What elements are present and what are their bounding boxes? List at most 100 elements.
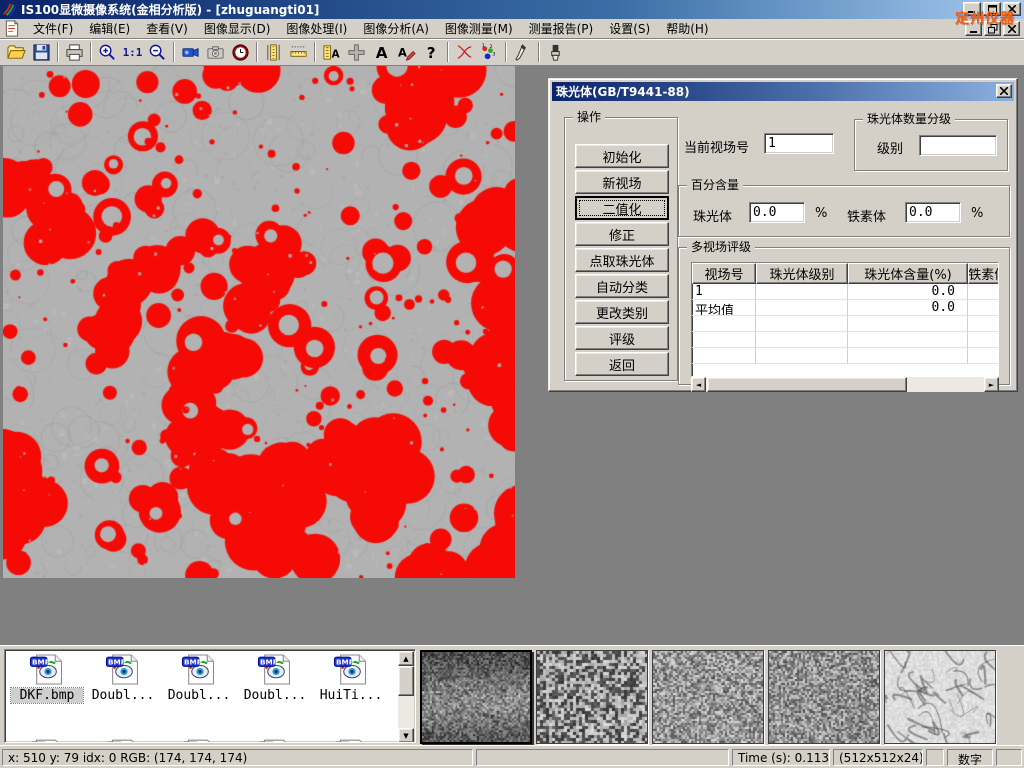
menu-item-file[interactable]: 文件(F) xyxy=(25,18,81,39)
file-list-scrollbar[interactable]: ▲ ▼ xyxy=(398,651,414,743)
scroll-up-icon[interactable]: ▲ xyxy=(398,651,414,666)
scrollbar-thumb[interactable] xyxy=(398,666,414,696)
scrollbar-thumb[interactable] xyxy=(707,377,907,392)
file-item-partial[interactable]: BMP xyxy=(163,730,235,743)
file-item[interactable]: BMP DKF.bmp xyxy=(11,654,83,703)
save-button[interactable] xyxy=(29,41,54,64)
vendor-watermark: 定州仪器 xyxy=(955,8,1015,28)
dialog-button-new-field[interactable]: 新视场 xyxy=(575,170,669,194)
cell xyxy=(692,348,756,364)
svg-text:A: A xyxy=(332,48,341,60)
menu-item-view[interactable]: 查看(V) xyxy=(138,18,196,39)
dialog-button-change-class[interactable]: 更改类别 xyxy=(575,300,669,324)
menu-item-image-processing[interactable]: 图像处理(I) xyxy=(278,18,355,39)
dialog-button-initialize[interactable]: 初始化 xyxy=(575,144,669,168)
file-item[interactable]: BMP HuiTi... xyxy=(315,654,387,703)
help-button[interactable]: ? xyxy=(419,41,444,64)
file-item[interactable]: BMP Doubl... xyxy=(163,654,235,703)
table-horizontal-scrollbar[interactable]: ◄ ► xyxy=(691,377,999,392)
ruler-button[interactable] xyxy=(286,41,311,64)
annotate-tool-button[interactable]: A xyxy=(394,41,419,64)
table-row[interactable] xyxy=(692,316,999,332)
text-tool-button[interactable]: A xyxy=(369,41,394,64)
video-capture-button[interactable] xyxy=(178,41,203,64)
print-icon xyxy=(65,43,84,62)
scroll-left-icon[interactable]: ◄ xyxy=(691,377,706,392)
thumbnail-3[interactable] xyxy=(652,650,764,744)
file-item-partial[interactable]: BMP xyxy=(315,730,387,743)
col-header-ferrite-content[interactable]: 铁素体含量(%) xyxy=(968,263,999,284)
svg-text:BMP: BMP xyxy=(336,657,354,666)
timer-button[interactable] xyxy=(228,41,253,64)
dialog-button-correct[interactable]: 修正 xyxy=(575,222,669,246)
cell: 0.0 xyxy=(848,284,968,300)
caliper-button[interactable] xyxy=(261,41,286,64)
file-item[interactable]: BMP Doubl... xyxy=(87,654,159,703)
status-spacer xyxy=(996,749,1022,766)
thumbnail-4[interactable] xyxy=(768,650,880,744)
table-row[interactable] xyxy=(692,332,999,348)
dialog-button-grade[interactable]: 评级 xyxy=(575,326,669,350)
zoom-actual-button[interactable]: 1:1 xyxy=(120,41,145,64)
menu-item-measure-report[interactable]: 测量报告(P) xyxy=(521,18,602,39)
curve-tool-button[interactable] xyxy=(452,41,477,64)
cell xyxy=(756,332,848,348)
pearlite-dialog: 珠光体(GB/T9441-88) 操作 初始化 新视场 二值化 修正 点取珠光体… xyxy=(548,78,1018,392)
dialog-button-pick-pearlite[interactable]: 点取珠光体 xyxy=(575,248,669,272)
scroll-down-icon[interactable]: ▼ xyxy=(398,728,414,743)
table-row[interactable]: 1 0.0 xyxy=(692,284,999,300)
thumbnail-1[interactable] xyxy=(420,650,532,744)
file-item-partial[interactable]: BMP xyxy=(87,730,159,743)
menu-item-help[interactable]: 帮助(H) xyxy=(658,18,716,39)
grade-input[interactable] xyxy=(919,135,997,156)
ferrite-percent-input[interactable] xyxy=(905,202,961,223)
thumbnail-5[interactable] xyxy=(884,650,996,744)
text-icon: A xyxy=(372,43,391,62)
dialog-title: 珠光体(GB/T9441-88) xyxy=(556,83,690,100)
multi-field-group: 多视场评级 视场号 珠光体级别 珠光体含量(%) 铁素体含量(%) 1 0.0 xyxy=(678,247,1010,385)
camera-capture-button[interactable] xyxy=(203,41,228,64)
pen-tool-button[interactable] xyxy=(510,41,535,64)
pearlite-percent-input[interactable] xyxy=(749,202,805,223)
file-item-partial[interactable]: BMP xyxy=(11,730,83,743)
window-title: IS100显微摄像系统(金相分析版) - [zhuguangti01] xyxy=(21,1,319,18)
zoom-in-button[interactable] xyxy=(95,41,120,64)
svg-text:BMP: BMP xyxy=(32,657,50,666)
scroll-right-icon[interactable]: ► xyxy=(984,377,999,392)
count-tool-button[interactable]: 123 xyxy=(477,41,502,64)
file-item[interactable]: BMP Doubl... xyxy=(239,654,311,703)
menu-item-image-analysis[interactable]: 图像分析(A) xyxy=(355,18,437,39)
time-status: Time (s): 0.113 xyxy=(732,749,830,766)
open-file-button[interactable] xyxy=(4,41,29,64)
brush-tool-button[interactable] xyxy=(543,41,568,64)
metallographic-image[interactable] xyxy=(3,66,515,578)
dialog-button-return[interactable]: 返回 xyxy=(575,352,669,376)
dialog-button-auto-classify[interactable]: 自动分类 xyxy=(575,274,669,298)
col-header-pearlite-grade[interactable]: 珠光体级别 xyxy=(756,263,848,284)
dialog-close-button[interactable] xyxy=(996,84,1012,98)
caliper-icon xyxy=(264,43,283,62)
current-field-input[interactable] xyxy=(764,133,834,154)
current-field-label: 当前视场号 xyxy=(684,137,749,156)
dialog-title-bar[interactable]: 珠光体(GB/T9441-88) xyxy=(552,82,1014,101)
svg-text:A: A xyxy=(398,45,407,59)
file-item-partial[interactable]: BMP xyxy=(239,730,311,743)
file-name: Doubl... xyxy=(87,688,159,703)
zoom-out-button[interactable] xyxy=(145,41,170,64)
col-header-pearlite-content[interactable]: 珠光体含量(%) xyxy=(848,263,968,284)
menu-item-image-display[interactable]: 图像显示(D) xyxy=(196,18,279,39)
bmp-file-icon: BMP xyxy=(257,730,293,743)
table-row[interactable]: 平均值 0.0 xyxy=(692,300,999,316)
col-header-field-no[interactable]: 视场号 xyxy=(692,263,756,284)
svg-text:BMP: BMP xyxy=(108,657,126,666)
print-button[interactable] xyxy=(62,41,87,64)
menu-item-image-measure[interactable]: 图像测量(M) xyxy=(437,18,521,39)
menu-item-settings[interactable]: 设置(S) xyxy=(601,18,658,39)
dialog-button-binarize[interactable]: 二值化 xyxy=(575,196,669,220)
menu-item-edit[interactable]: 编辑(E) xyxy=(81,18,138,39)
table-row[interactable] xyxy=(692,348,999,364)
move-tool-button[interactable] xyxy=(344,41,369,64)
ferrite-label: 铁素体 xyxy=(847,206,886,225)
measure-text-button[interactable]: A xyxy=(319,41,344,64)
thumbnail-2[interactable] xyxy=(536,650,648,744)
